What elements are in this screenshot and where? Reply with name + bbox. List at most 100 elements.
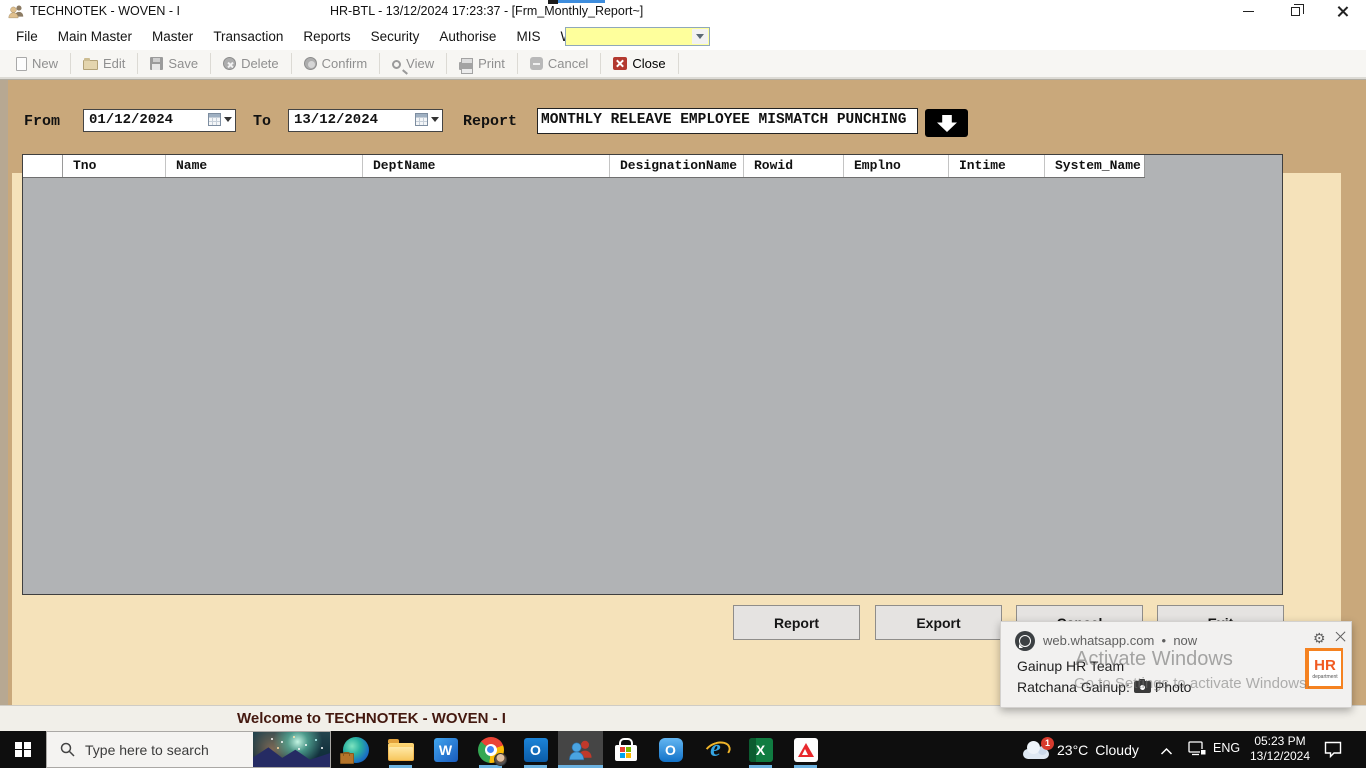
microsoft-store-icon	[614, 737, 637, 761]
taskbar-edge-icon[interactable]	[333, 731, 378, 768]
grid-row-selector-header	[23, 155, 63, 177]
magnifier-icon	[392, 59, 402, 69]
save-button[interactable]: Save	[140, 52, 208, 76]
welcome-status-text: Welcome to TECHNOTEK - WOVEN - I	[237, 710, 506, 727]
close-button[interactable]	[1319, 0, 1366, 23]
minimize-button[interactable]	[1225, 0, 1272, 23]
view-button[interactable]: View	[382, 52, 444, 76]
app-title: TECHNOTEK - WOVEN - I	[30, 4, 180, 18]
tray-language-button[interactable]: ENG	[1213, 741, 1240, 768]
taskbar-search-input[interactable]: Type here to search	[46, 731, 331, 768]
windows-logo-icon	[15, 741, 31, 758]
edit-button[interactable]: Edit	[73, 52, 135, 76]
menu-security[interactable]: Security	[361, 25, 430, 48]
menu-authorise[interactable]: Authorise	[429, 25, 506, 48]
report-name-input[interactable]: MONTHLY RELEAVE EMPLOYEE MISMATCH PUNCHI…	[537, 108, 918, 134]
cancel-button[interactable]: Cancel	[520, 52, 598, 76]
taskbar: Type here to search W O O e X 1 23°C Clo…	[0, 731, 1366, 768]
taskbar-excel-icon[interactable]: X	[738, 731, 783, 768]
taskbar-store-icon[interactable]	[603, 731, 648, 768]
close-form-button[interactable]: Close	[603, 52, 675, 76]
grid-column-name[interactable]: Name	[166, 155, 363, 177]
report-button[interactable]: Report	[733, 605, 860, 640]
toolbar-separator	[600, 53, 602, 74]
menu-mis[interactable]: MIS	[506, 25, 550, 48]
edit-folder-icon	[83, 58, 99, 70]
taskbar-outlook-new-icon[interactable]: O	[648, 731, 693, 768]
outlook-new-icon: O	[658, 737, 683, 762]
search-icon	[60, 742, 75, 757]
toolbar-separator	[290, 53, 292, 74]
excel-icon: X	[748, 737, 773, 762]
menu-bar: File Main Master Master Transaction Repo…	[0, 23, 1366, 50]
grid-body-empty[interactable]	[23, 178, 1282, 594]
export-button[interactable]: Export	[875, 605, 1002, 640]
taskbar-internet-explorer-icon[interactable]: e	[693, 731, 738, 768]
network-ethernet-icon	[1188, 741, 1206, 756]
menu-master[interactable]: Master	[142, 25, 203, 48]
restore-icon	[1291, 4, 1304, 16]
browser-notification-icon	[1015, 631, 1035, 651]
toolbar-separator	[379, 53, 381, 74]
photo-camera-icon	[1133, 679, 1151, 693]
calendar-icon	[208, 113, 221, 126]
status-bar: Welcome to TECHNOTEK - WOVEN - I	[0, 705, 1366, 731]
tray-network-button[interactable]	[1188, 741, 1207, 768]
grid-column-deptname[interactable]: DeptName	[363, 155, 610, 177]
taskbar-pdf-icon[interactable]	[783, 731, 828, 768]
search-placeholder: Type here to search	[85, 741, 209, 758]
down-arrow-icon	[936, 114, 957, 132]
start-button[interactable]	[0, 731, 46, 768]
hr-department-logo: HR department	[1305, 648, 1343, 689]
menu-reports[interactable]: Reports	[293, 25, 360, 48]
title-bar: TECHNOTEK - WOVEN - I HR-BTL - 13/12/202…	[0, 0, 1366, 23]
new-button[interactable]: New	[6, 52, 68, 76]
combo-dropdown-button[interactable]	[692, 29, 708, 44]
tray-action-center-button[interactable]	[1324, 741, 1342, 768]
confirm-button[interactable]: Confirm	[294, 52, 378, 76]
taskbar-chrome-icon[interactable]	[468, 731, 513, 768]
menu-file[interactable]: File	[6, 25, 48, 48]
weather-badge: 1	[1041, 736, 1054, 750]
chevron-up-icon	[1160, 747, 1173, 755]
taskbar-outlook-icon[interactable]: O	[513, 731, 558, 768]
adobe-pdf-icon	[793, 737, 818, 762]
grid-column-tno[interactable]: Tno	[63, 155, 166, 177]
taskbar-word-icon[interactable]: W	[423, 731, 468, 768]
delete-button[interactable]: Delete	[213, 52, 289, 76]
restore-button[interactable]	[1272, 0, 1319, 23]
grid-column-emplno[interactable]: Emplno	[844, 155, 949, 177]
tray-date: 13/12/2024	[1249, 749, 1311, 763]
menu-main-master[interactable]: Main Master	[48, 25, 142, 48]
grid-column-rowid[interactable]: Rowid	[744, 155, 844, 177]
grid-column-designationname[interactable]: DesignationName	[610, 155, 744, 177]
word-icon: W	[433, 737, 458, 762]
to-date-input[interactable]: 13/12/2024	[288, 109, 443, 132]
grid-column-intime[interactable]: Intime	[949, 155, 1045, 177]
from-date-input[interactable]: 01/12/2024	[83, 109, 236, 132]
chevron-down-icon[interactable]	[224, 117, 232, 122]
search-highlight-image[interactable]	[253, 732, 330, 767]
print-button[interactable]: Print	[449, 52, 515, 76]
report-data-grid[interactable]: Tno Name DeptName DesignationName Rowid …	[22, 154, 1283, 595]
taskbar-file-explorer-icon[interactable]	[378, 731, 423, 768]
weather-condition: Cloudy	[1095, 741, 1139, 758]
delete-circle-icon	[223, 57, 237, 70]
chrome-profile-avatar	[494, 753, 507, 766]
notification-settings-gear-icon[interactable]: ⚙	[1313, 630, 1326, 647]
taskbar-hr-app-icon[interactable]	[558, 731, 603, 768]
whatsapp-notification-toast[interactable]: web.whatsapp.com • now ⚙ Gainup HR Team …	[1000, 621, 1352, 708]
grid-column-system-name[interactable]: System_Name	[1045, 155, 1145, 177]
notification-close-icon[interactable]	[1335, 631, 1346, 642]
tray-weather[interactable]: 1 23°C Cloudy	[1023, 731, 1139, 768]
app-people-icon	[8, 5, 24, 19]
load-report-button[interactable]	[925, 109, 968, 137]
tray-clock[interactable]: 05:23 PM 13/12/2024	[1244, 734, 1316, 768]
menu-transaction[interactable]: Transaction	[203, 25, 293, 48]
printer-icon	[459, 57, 474, 74]
chevron-down-icon[interactable]	[431, 117, 439, 122]
outlook-icon: O	[523, 737, 548, 762]
tray-show-hidden-icons-button[interactable]	[1160, 743, 1173, 768]
quick-search-combo[interactable]	[565, 27, 710, 46]
internet-explorer-icon: e	[703, 736, 729, 763]
